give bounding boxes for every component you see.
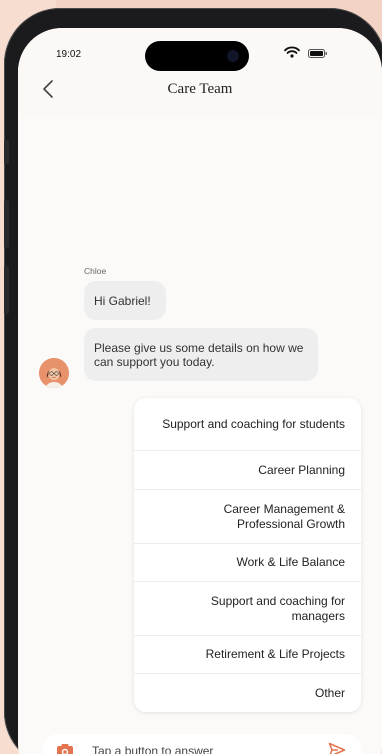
option-retirement[interactable]: Retirement & Life Projects [134,636,361,674]
option-label: Support and coaching for students [162,416,345,431]
option-label: Career Management & Professional Growth [223,501,345,531]
page-title: Care Team [167,81,233,97]
status-time: 19:02 [56,49,82,60]
wifi-icon [284,46,300,58]
option-managers-coaching[interactable]: Support and coaching for managers [134,582,361,636]
option-other[interactable]: Other [134,674,361,712]
volume-down-button [4,266,9,314]
sender-name: Chloe [84,266,107,276]
message-input[interactable] [92,740,302,754]
option-label: Retirement & Life Projects [205,647,345,661]
avatar [39,358,69,388]
person-avatar-icon [39,358,69,388]
option-career-planning[interactable]: Career Planning [134,451,361,490]
message-bubble: Please give us some details on how we ca… [84,328,318,381]
volume-up-button [4,200,9,248]
message-bubble: Hi Gabriel! [84,281,166,320]
message-composer [42,734,362,754]
phone-frame: 19:02 Care Team Chloe Hi Gabriel! Please… [4,8,382,754]
option-students-coaching[interactable]: Support and coaching for students [134,398,361,451]
option-label: Other [314,685,345,700]
option-work-life-balance[interactable]: Work & Life Balance [134,544,361,582]
option-label: Work & Life Balance [236,555,346,569]
option-label: Support and coaching for managers [210,593,345,623]
send-icon[interactable] [328,742,346,754]
option-label: Career Planning [258,462,345,477]
camera-icon[interactable] [56,743,74,754]
quick-reply-menu: Support and coaching for students Career… [134,398,361,712]
action-button [4,140,9,164]
option-career-management[interactable]: Career Management & Professional Growth [134,490,361,544]
battery-icon [308,49,327,58]
front-camera-icon [227,50,239,62]
phone-screen: 19:02 Care Team Chloe Hi Gabriel! Please… [18,28,382,754]
dynamic-island [145,41,249,71]
